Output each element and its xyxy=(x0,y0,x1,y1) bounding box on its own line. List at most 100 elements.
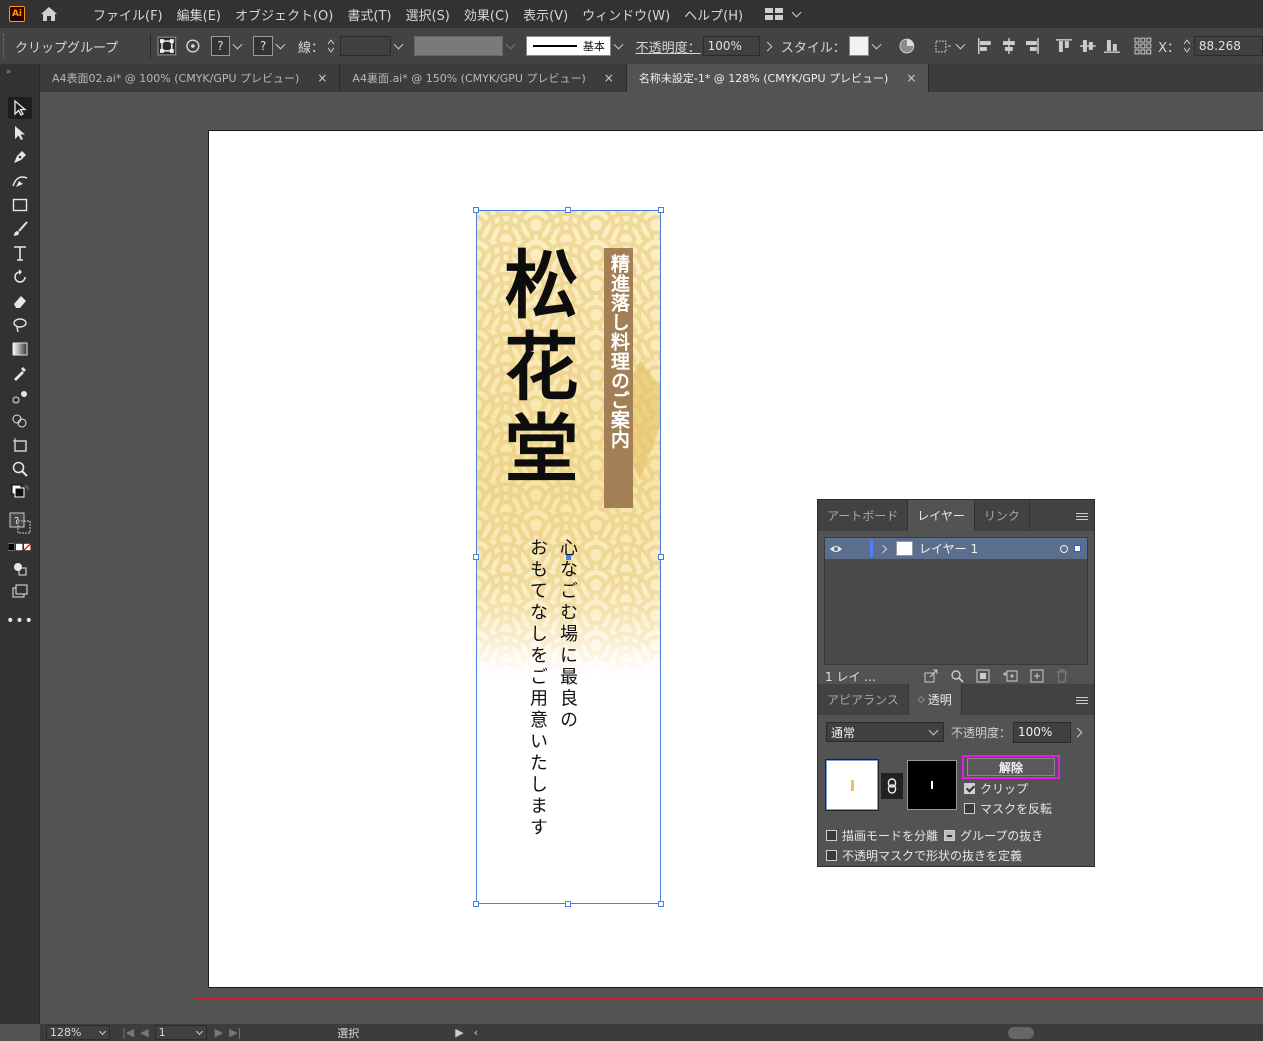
blend-mode-select[interactable]: 通常 xyxy=(826,722,944,742)
menu-select[interactable]: 選択(S) xyxy=(405,5,449,24)
chevron-down-icon[interactable] xyxy=(613,39,624,50)
paintbrush-tool-icon[interactable] xyxy=(8,218,32,240)
pen-tool-icon[interactable] xyxy=(8,146,32,168)
color-mode-buttons[interactable] xyxy=(8,540,32,554)
chevron-down-icon[interactable] xyxy=(232,39,243,50)
chevron-down-icon[interactable] xyxy=(791,7,802,18)
artwork-thumbnail[interactable] xyxy=(825,759,879,811)
selection-tool-icon[interactable] xyxy=(8,97,32,119)
horizontal-scrollbar[interactable] xyxy=(1008,1026,1035,1039)
resize-handle[interactable] xyxy=(473,207,479,213)
more-tools-icon[interactable]: ••• xyxy=(6,610,33,632)
mask-link-icon[interactable] xyxy=(881,773,903,799)
align-left-icon[interactable] xyxy=(976,37,994,55)
previous-artboard-icon[interactable]: ◀ xyxy=(140,1026,148,1039)
graphic-style-swatch[interactable] xyxy=(848,36,869,56)
artboard-number-select[interactable]: 1 xyxy=(154,1025,207,1040)
resize-handle[interactable] xyxy=(658,207,664,213)
eyedropper-tool-icon[interactable] xyxy=(8,362,32,384)
export-icon[interactable] xyxy=(924,669,938,683)
clip-checkbox[interactable] xyxy=(964,783,975,794)
status-menu-icon[interactable]: ▶ xyxy=(455,1026,463,1039)
last-artboard-icon[interactable]: ▶| xyxy=(229,1026,241,1039)
close-icon[interactable]: × xyxy=(604,71,614,85)
menu-help[interactable]: ヘルプ(H) xyxy=(684,5,743,24)
align-right-icon[interactable] xyxy=(1023,37,1041,55)
first-artboard-icon[interactable]: |◀ xyxy=(122,1026,134,1039)
home-icon[interactable] xyxy=(39,5,59,23)
menu-file[interactable]: ファイル(F) xyxy=(93,5,163,24)
new-layer-icon[interactable] xyxy=(1030,669,1044,683)
fill-stroke-swatches[interactable]: ? xyxy=(8,508,32,538)
align-top-icon[interactable] xyxy=(1055,37,1073,55)
menu-type[interactable]: 書式(T) xyxy=(347,5,391,24)
blend-tool-icon[interactable] xyxy=(8,386,32,408)
rotate-tool-icon[interactable] xyxy=(8,266,32,288)
align-bottom-icon[interactable] xyxy=(1103,37,1121,55)
screen-mode-icon[interactable] xyxy=(8,580,32,602)
release-button[interactable]: 解除 xyxy=(962,755,1060,779)
rectangle-tool-icon[interactable] xyxy=(8,194,32,216)
chevron-down-icon[interactable] xyxy=(393,39,404,50)
menu-window[interactable]: ウィンドウ(W) xyxy=(582,5,670,24)
document-tab[interactable]: A4裏面.ai* @ 150% (CMYK/GPU プレビュー) × xyxy=(340,64,627,92)
align-to-selection-icon[interactable] xyxy=(933,37,953,55)
gradient-tool-icon[interactable] xyxy=(8,338,32,360)
transform-reference-icon[interactable] xyxy=(1134,37,1152,55)
align-vertical-center-icon[interactable] xyxy=(1079,37,1097,55)
curvature-tool-icon[interactable] xyxy=(8,170,32,192)
workspace-switcher-icon[interactable] xyxy=(765,7,784,21)
chevron-right-icon[interactable] xyxy=(1072,727,1083,738)
panel-menu-icon[interactable] xyxy=(1076,695,1088,706)
document-tab-active[interactable]: 名称未設定-1* @ 128% (CMYK/GPU プレビュー) × xyxy=(626,64,930,92)
collapse-toolbar-icon[interactable]: » xyxy=(6,67,11,76)
resize-handle[interactable] xyxy=(473,554,479,560)
stepper-icon[interactable] xyxy=(326,37,336,55)
variable-width-profile[interactable] xyxy=(414,36,503,56)
tab-transparency[interactable]: ◇ 透明 xyxy=(908,684,962,715)
opacity-mask-knockout-checkbox[interactable] xyxy=(826,850,837,861)
new-sublayer-icon[interactable] xyxy=(1002,669,1018,683)
invert-mask-checkbox[interactable] xyxy=(964,803,975,814)
stroke-swatch[interactable]: ? xyxy=(253,36,274,56)
zoom-select[interactable]: 128% xyxy=(46,1025,110,1040)
chevron-down-icon[interactable] xyxy=(955,39,966,50)
resize-handle[interactable] xyxy=(565,207,571,213)
recolor-artwork-icon[interactable] xyxy=(898,37,916,55)
layer-row[interactable]: レイヤー 1 xyxy=(825,538,1087,559)
panel-menu-icon[interactable] xyxy=(1076,511,1088,522)
opacity-input[interactable]: 100% xyxy=(1013,722,1071,743)
selection-indicator[interactable] xyxy=(1074,545,1081,552)
fill-swatch[interactable]: ? xyxy=(210,36,231,56)
stepper-icon[interactable] xyxy=(1182,37,1192,55)
resize-handle[interactable] xyxy=(658,901,664,907)
locate-object-icon[interactable] xyxy=(950,669,964,683)
opacity-input[interactable]: 100% xyxy=(702,36,760,56)
selection-bounding-box[interactable] xyxy=(473,207,664,907)
zoom-tool-icon[interactable] xyxy=(8,458,32,480)
eraser-tool-icon[interactable] xyxy=(8,290,32,312)
invert-mask-option[interactable]: マスクを反転 xyxy=(964,800,1052,817)
close-icon[interactable]: × xyxy=(906,71,916,85)
expand-layer-icon[interactable] xyxy=(878,544,888,553)
tab-links[interactable]: リンク xyxy=(975,500,1030,531)
knockout-group-checkbox[interactable] xyxy=(944,830,955,841)
menu-effect[interactable]: 効果(C) xyxy=(464,5,509,24)
opacity-mask-thumbnail[interactable] xyxy=(907,760,957,810)
resize-handle[interactable] xyxy=(565,901,571,907)
next-artboard-icon[interactable]: ▶ xyxy=(215,1026,223,1039)
tab-artboards[interactable]: アートボード xyxy=(818,500,909,531)
close-icon[interactable]: × xyxy=(317,71,327,85)
direct-selection-tool-icon[interactable] xyxy=(8,122,32,144)
menu-edit[interactable]: 編集(E) xyxy=(177,5,221,24)
brush-definition[interactable]: 基本 xyxy=(525,36,611,56)
layer-name[interactable]: レイヤー 1 xyxy=(919,540,978,557)
scroll-left-icon[interactable]: ‹ xyxy=(474,1026,478,1039)
fill-stroke-swap-icon[interactable] xyxy=(8,484,32,502)
tab-appearance[interactable]: アピアランス xyxy=(818,684,909,715)
clip-option[interactable]: クリップ xyxy=(964,780,1028,797)
lasso-tool-icon[interactable] xyxy=(8,314,32,336)
chevron-down-icon[interactable] xyxy=(275,39,286,50)
target-icon[interactable] xyxy=(1060,544,1068,553)
edit-contents-icon[interactable] xyxy=(183,36,203,56)
